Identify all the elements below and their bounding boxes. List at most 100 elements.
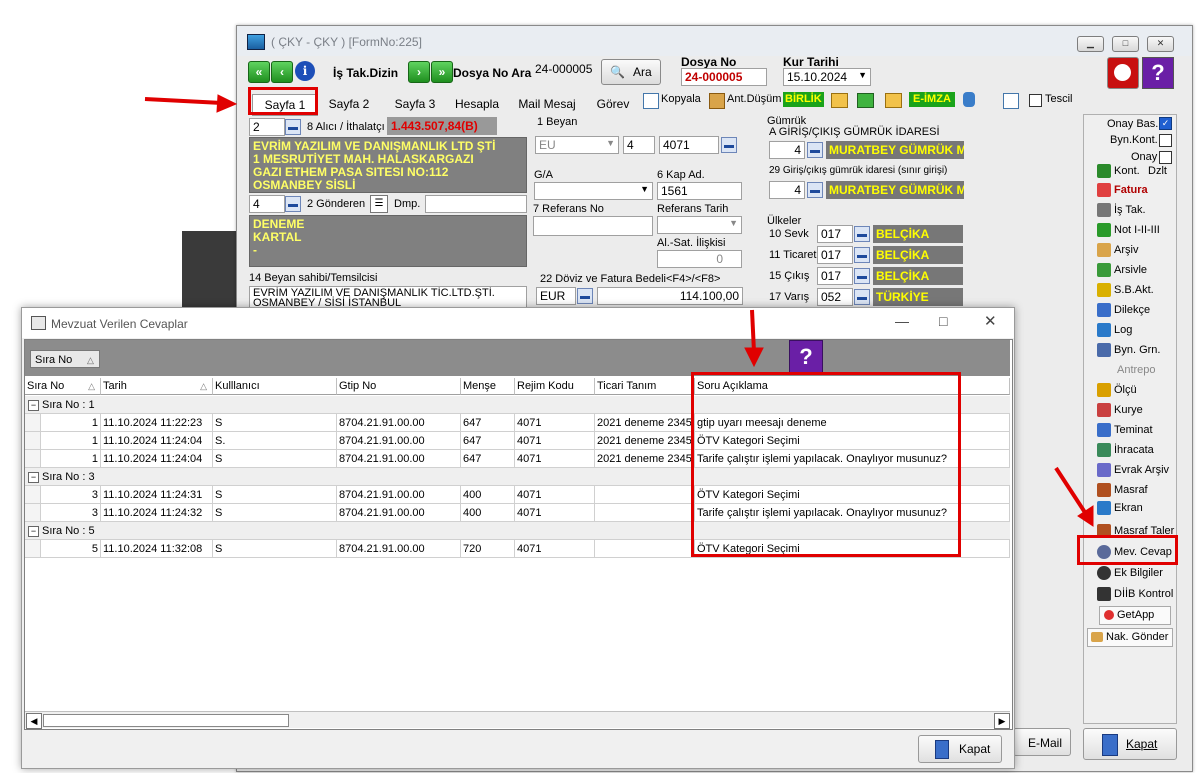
prev-record-icon[interactable]: ‹	[271, 61, 293, 83]
lookup-button[interactable]: ▬	[854, 268, 870, 284]
group-chip[interactable]: Sıra No △	[30, 350, 100, 368]
lookup-button[interactable]: ▬	[807, 142, 823, 158]
beyan-sahibi-box[interactable]: EVRİM YAZILIM VE DANIŞMANLIK TİC.LTD.ŞTİ…	[249, 286, 527, 308]
collapse-icon[interactable]: −	[28, 472, 39, 483]
alici-address-box[interactable]: EVRİM YAZILIM VE DANIŞMANLIK LTD ŞTİ 1 M…	[249, 137, 527, 193]
gonderen-address-box[interactable]: DENEME KARTAL -	[249, 215, 527, 267]
kur-tarihi-field[interactable]: 15.10.2024 ▼	[783, 68, 871, 86]
kopyala-button[interactable]: Kopyala	[661, 93, 701, 105]
arsivle-button[interactable]: Arsivle	[1097, 261, 1147, 280]
collapse-icon[interactable]: −	[28, 526, 39, 537]
onay-bas-checkbox[interactable]: ✓	[1159, 117, 1172, 130]
diib-kontrol-button[interactable]: DİİB Kontrol	[1097, 585, 1173, 604]
horizontal-scrollbar[interactable]: ◀ ▶	[25, 711, 1010, 729]
nak-gonder-button[interactable]: Nak. Gönder	[1087, 628, 1173, 647]
evrak-arsiv-button[interactable]: Evrak Arşiv	[1097, 461, 1169, 480]
varis-code-input[interactable]: 052	[817, 288, 853, 306]
beyan-3-input[interactable]: 4071	[659, 136, 719, 154]
info-icon[interactable]: i	[295, 61, 315, 81]
lookup-button[interactable]: ▬	[721, 137, 737, 153]
ek-bilgiler-button[interactable]: Ek Bilgiler	[1097, 564, 1163, 583]
upload-icon[interactable]	[857, 93, 874, 108]
minimize-button[interactable]: ▁	[1077, 36, 1104, 52]
tab-sayfa-2[interactable]: Sayfa 2	[321, 94, 377, 114]
not-button[interactable]: Not I-II-III	[1097, 221, 1160, 240]
dosya-no-field[interactable]: 24-000005	[681, 68, 767, 86]
dialog-close-button[interactable]: ✕	[984, 312, 997, 330]
ticaret-code-input[interactable]: 017	[817, 246, 853, 264]
maximize-button[interactable]: □	[1112, 36, 1139, 52]
e-imza-button[interactable]: E-İMZA	[909, 92, 955, 107]
dosya-no-ara-input[interactable]: 24-000005	[532, 61, 592, 79]
tab-sayfa-3[interactable]: Sayfa 3	[387, 94, 443, 114]
help-icon[interactable]: ?	[789, 340, 823, 374]
ant-dusum-button[interactable]: Ant.Düşüm	[727, 93, 781, 105]
log-button[interactable]: Log	[1097, 321, 1132, 340]
tab-hesapla[interactable]: Hesapla	[449, 94, 505, 114]
column-header[interactable]: Tarih △	[101, 378, 213, 395]
lookup-button[interactable]: ▬	[854, 226, 870, 242]
dialog-minimize-button[interactable]: —	[895, 313, 909, 329]
scroll-thumb[interactable]	[43, 714, 289, 727]
column-header[interactable]: Rejim Kodu	[515, 378, 595, 395]
cikis-code-input[interactable]: 017	[817, 267, 853, 285]
teminat-button[interactable]: Teminat	[1097, 421, 1153, 440]
scroll-left-icon[interactable]: ◀	[26, 713, 42, 729]
dialog-kapat-button[interactable]: Kapat	[918, 735, 1002, 763]
list-icon[interactable]: ☰	[370, 195, 388, 213]
sevk-code-input[interactable]: 017	[817, 225, 853, 243]
dialog-maximize-button[interactable]: □	[939, 313, 947, 329]
scroll-right-icon[interactable]: ▶	[994, 713, 1010, 729]
first-record-icon[interactable]: «	[248, 61, 270, 83]
last-record-icon[interactable]: »	[431, 61, 453, 83]
referans-tarih-input[interactable]: ▼	[657, 216, 742, 234]
doviz-currency-input[interactable]: EUR	[536, 287, 576, 305]
lookup-button[interactable]: ▬	[854, 247, 870, 263]
kurye-button[interactable]: Kurye	[1097, 401, 1143, 420]
giris29-no-input[interactable]: 4	[769, 181, 805, 199]
arsiv-button[interactable]: Arşiv	[1097, 241, 1138, 260]
collapse-icon[interactable]: −	[28, 400, 39, 411]
ara-button[interactable]: 🔍 Ara	[601, 59, 661, 85]
is-tak-button[interactable]: İş Tak.	[1097, 201, 1146, 220]
column-header[interactable]: Gtip No	[337, 378, 461, 395]
next-record-icon[interactable]: ›	[408, 61, 430, 83]
tab-mail-mesaj[interactable]: Mail Mesaj	[517, 94, 577, 114]
column-header[interactable]: Kulllanıcı	[213, 378, 337, 395]
ihracata-button[interactable]: İhracata	[1097, 441, 1154, 460]
getapp-button[interactable]: GetApp	[1099, 606, 1171, 625]
fatura-button[interactable]: Fatura	[1097, 181, 1148, 200]
lookup-button[interactable]: ▬	[285, 119, 301, 135]
column-header[interactable]: Ticari Tanım	[595, 378, 695, 395]
antrepo-button[interactable]: Antrepo	[1117, 361, 1156, 380]
alici-no-input[interactable]: 2	[249, 118, 285, 136]
lookup-button[interactable]: ▬	[285, 196, 301, 212]
column-header[interactable]: Sıra No △	[25, 378, 101, 395]
dzlt-button[interactable]: Dzlt	[1148, 162, 1167, 181]
tescil-checkbox[interactable]	[1029, 94, 1042, 107]
giris-no-input[interactable]: 4	[769, 141, 805, 159]
byn-kont-checkbox[interactable]	[1159, 134, 1172, 147]
gonderen-no-input[interactable]: 4	[249, 195, 285, 213]
olcu-button[interactable]: Ölçü	[1097, 381, 1137, 400]
dmp-input[interactable]	[425, 195, 527, 213]
ga-select[interactable]: ▼	[534, 182, 653, 200]
kont-button[interactable]: Kont.	[1097, 162, 1140, 181]
lookup-button[interactable]: ▬	[807, 182, 823, 198]
folder-icon[interactable]	[831, 93, 848, 108]
referans-no-input[interactable]	[533, 216, 653, 236]
beyan-2-input[interactable]: 4	[623, 136, 655, 154]
tab-gorev[interactable]: Görev	[591, 94, 635, 114]
main-kapat-button[interactable]: Kapat	[1083, 728, 1177, 760]
al-sat-input[interactable]: 0	[657, 250, 742, 268]
lookup-button[interactable]: ▬	[854, 289, 870, 305]
dilekce-button[interactable]: Dilekçe	[1097, 301, 1150, 320]
alarm-bell-icon[interactable]	[1107, 57, 1139, 89]
email-button[interactable]: E-Mail	[1013, 728, 1071, 756]
folder-open-icon[interactable]	[885, 93, 902, 108]
sb-akt-button[interactable]: S.B.Akt.	[1097, 281, 1154, 300]
doviz-amount-input[interactable]: 114.100,00	[597, 287, 743, 305]
masraf-button[interactable]: Masraf	[1097, 481, 1148, 500]
cylinder-icon[interactable]	[963, 92, 975, 107]
ekran-button[interactable]: Ekran	[1097, 499, 1143, 518]
